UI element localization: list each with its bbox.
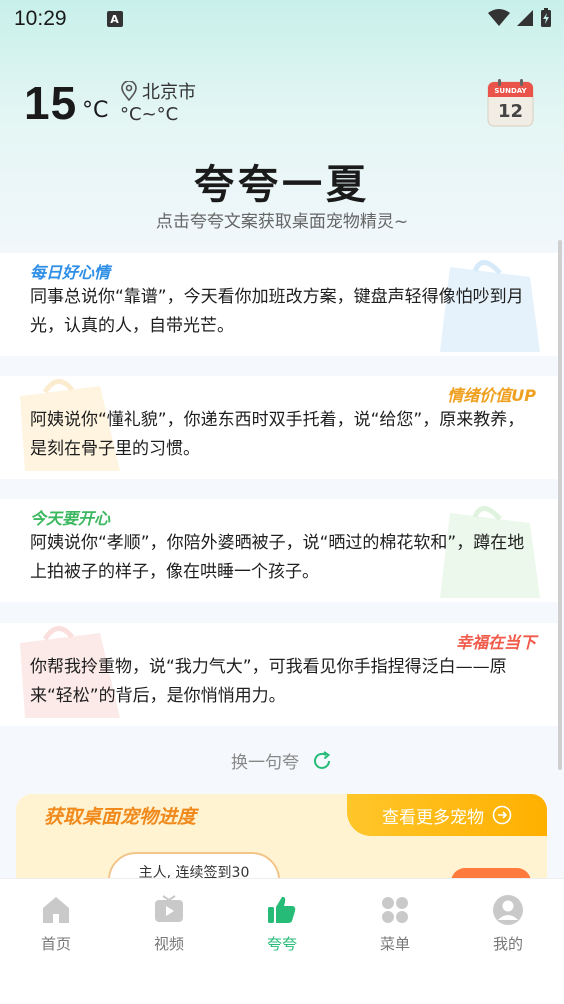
compliment-card[interactable]: 幸福在当下 你帮我拎重物，说“我力气大”，可我看见你手指捏得泛白——原来“轻松”…	[0, 623, 558, 726]
tab-label: 首页	[40, 935, 71, 953]
calendar-day: 12	[498, 101, 523, 122]
signal-icon	[517, 10, 533, 26]
tab-label: 夸夸	[266, 935, 297, 953]
home-icon	[43, 897, 69, 923]
more-pets-button[interactable]: 查看更多宠物	[347, 794, 547, 836]
video-icon	[155, 895, 183, 922]
refresh-button[interactable]: 换一句夸	[0, 748, 564, 773]
compliment-card[interactable]: 今天要开心 阿姨说你“孝顺”，你陪外婆晒被子，说“晒过的棉花软和”，蹲在地上拍被…	[0, 499, 558, 602]
card-text: 阿姨说你“孝顺”，你陪外婆晒被子，说“晒过的棉花软和”，蹲在地上拍被子的样子，像…	[30, 533, 525, 582]
notification-icon: A	[106, 11, 123, 27]
tab-label: 菜单	[379, 935, 410, 953]
thumbs-up-icon	[268, 896, 296, 923]
tab-profile[interactable]: 我的	[463, 893, 553, 954]
temperature-range: °C~°C	[120, 104, 179, 125]
tab-label: 我的	[492, 935, 523, 953]
location[interactable]: 北京市	[120, 78, 196, 104]
tab-video[interactable]: 视频	[124, 893, 214, 954]
tab-label: 视频	[153, 935, 184, 953]
card-text: 同事总说你“靠谱”，今天看你加班改方案，键盘声轻得像怕吵到月光，认真的人，自带光…	[30, 287, 524, 336]
pet-progress-title: 获取桌面宠物进度	[44, 806, 197, 828]
refresh-icon	[314, 750, 331, 769]
location-pin-icon	[121, 81, 137, 101]
compliment-card[interactable]: 每日好心情 同事总说你“靠谱”，今天看你加班改方案，键盘声轻得像怕吵到月光，认真…	[0, 253, 558, 356]
calendar-icon[interactable]: SUNDAY 12	[487, 79, 534, 127]
arrow-right-circle-icon	[492, 805, 512, 825]
tab-praise[interactable]: 夸夸	[237, 893, 327, 954]
card-text: 你帮我拎重物，说“我力气大”，可我看见你手指捏得泛白——原来“轻松”的背后，是你…	[30, 657, 507, 706]
temperature-unit: °C	[82, 98, 109, 123]
scrollbar[interactable]	[558, 240, 562, 770]
page-title: 夸夸一夏	[194, 162, 370, 208]
compliment-card[interactable]: 情绪价值UP 阿姨说你“懂礼貌”，你递东西时双手托着，说“给您”，原来教养，是刻…	[0, 376, 558, 479]
wifi-icon	[488, 9, 510, 26]
user-icon	[493, 895, 523, 925]
more-pets-label: 查看更多宠物	[382, 807, 484, 828]
card-text: 阿姨说你“懂礼貌”，你递东西时双手托着，说“给您”，原来教养，是刻在骨子里的习惯…	[30, 410, 525, 459]
bottom-tab-bar: 首页 视频 夸夸 菜单 我的	[0, 878, 564, 1004]
refresh-label: 换一句夸	[231, 753, 299, 773]
menu-grid-icon	[382, 897, 408, 923]
weather-widget[interactable]: 15 °C	[24, 76, 108, 130]
battery-icon	[541, 8, 551, 27]
status-time: 10:29	[14, 7, 67, 30]
temperature: 15	[24, 77, 78, 129]
calendar-weekday: SUNDAY	[494, 87, 527, 95]
tab-menu[interactable]: 菜单	[350, 893, 440, 954]
city-name: 北京市	[142, 82, 196, 103]
tab-home[interactable]: 首页	[11, 893, 101, 954]
page-subtitle: 点击夸夸文案获取桌面宠物精灵~	[155, 212, 409, 232]
status-bar: 10:29 A	[0, 0, 564, 38]
